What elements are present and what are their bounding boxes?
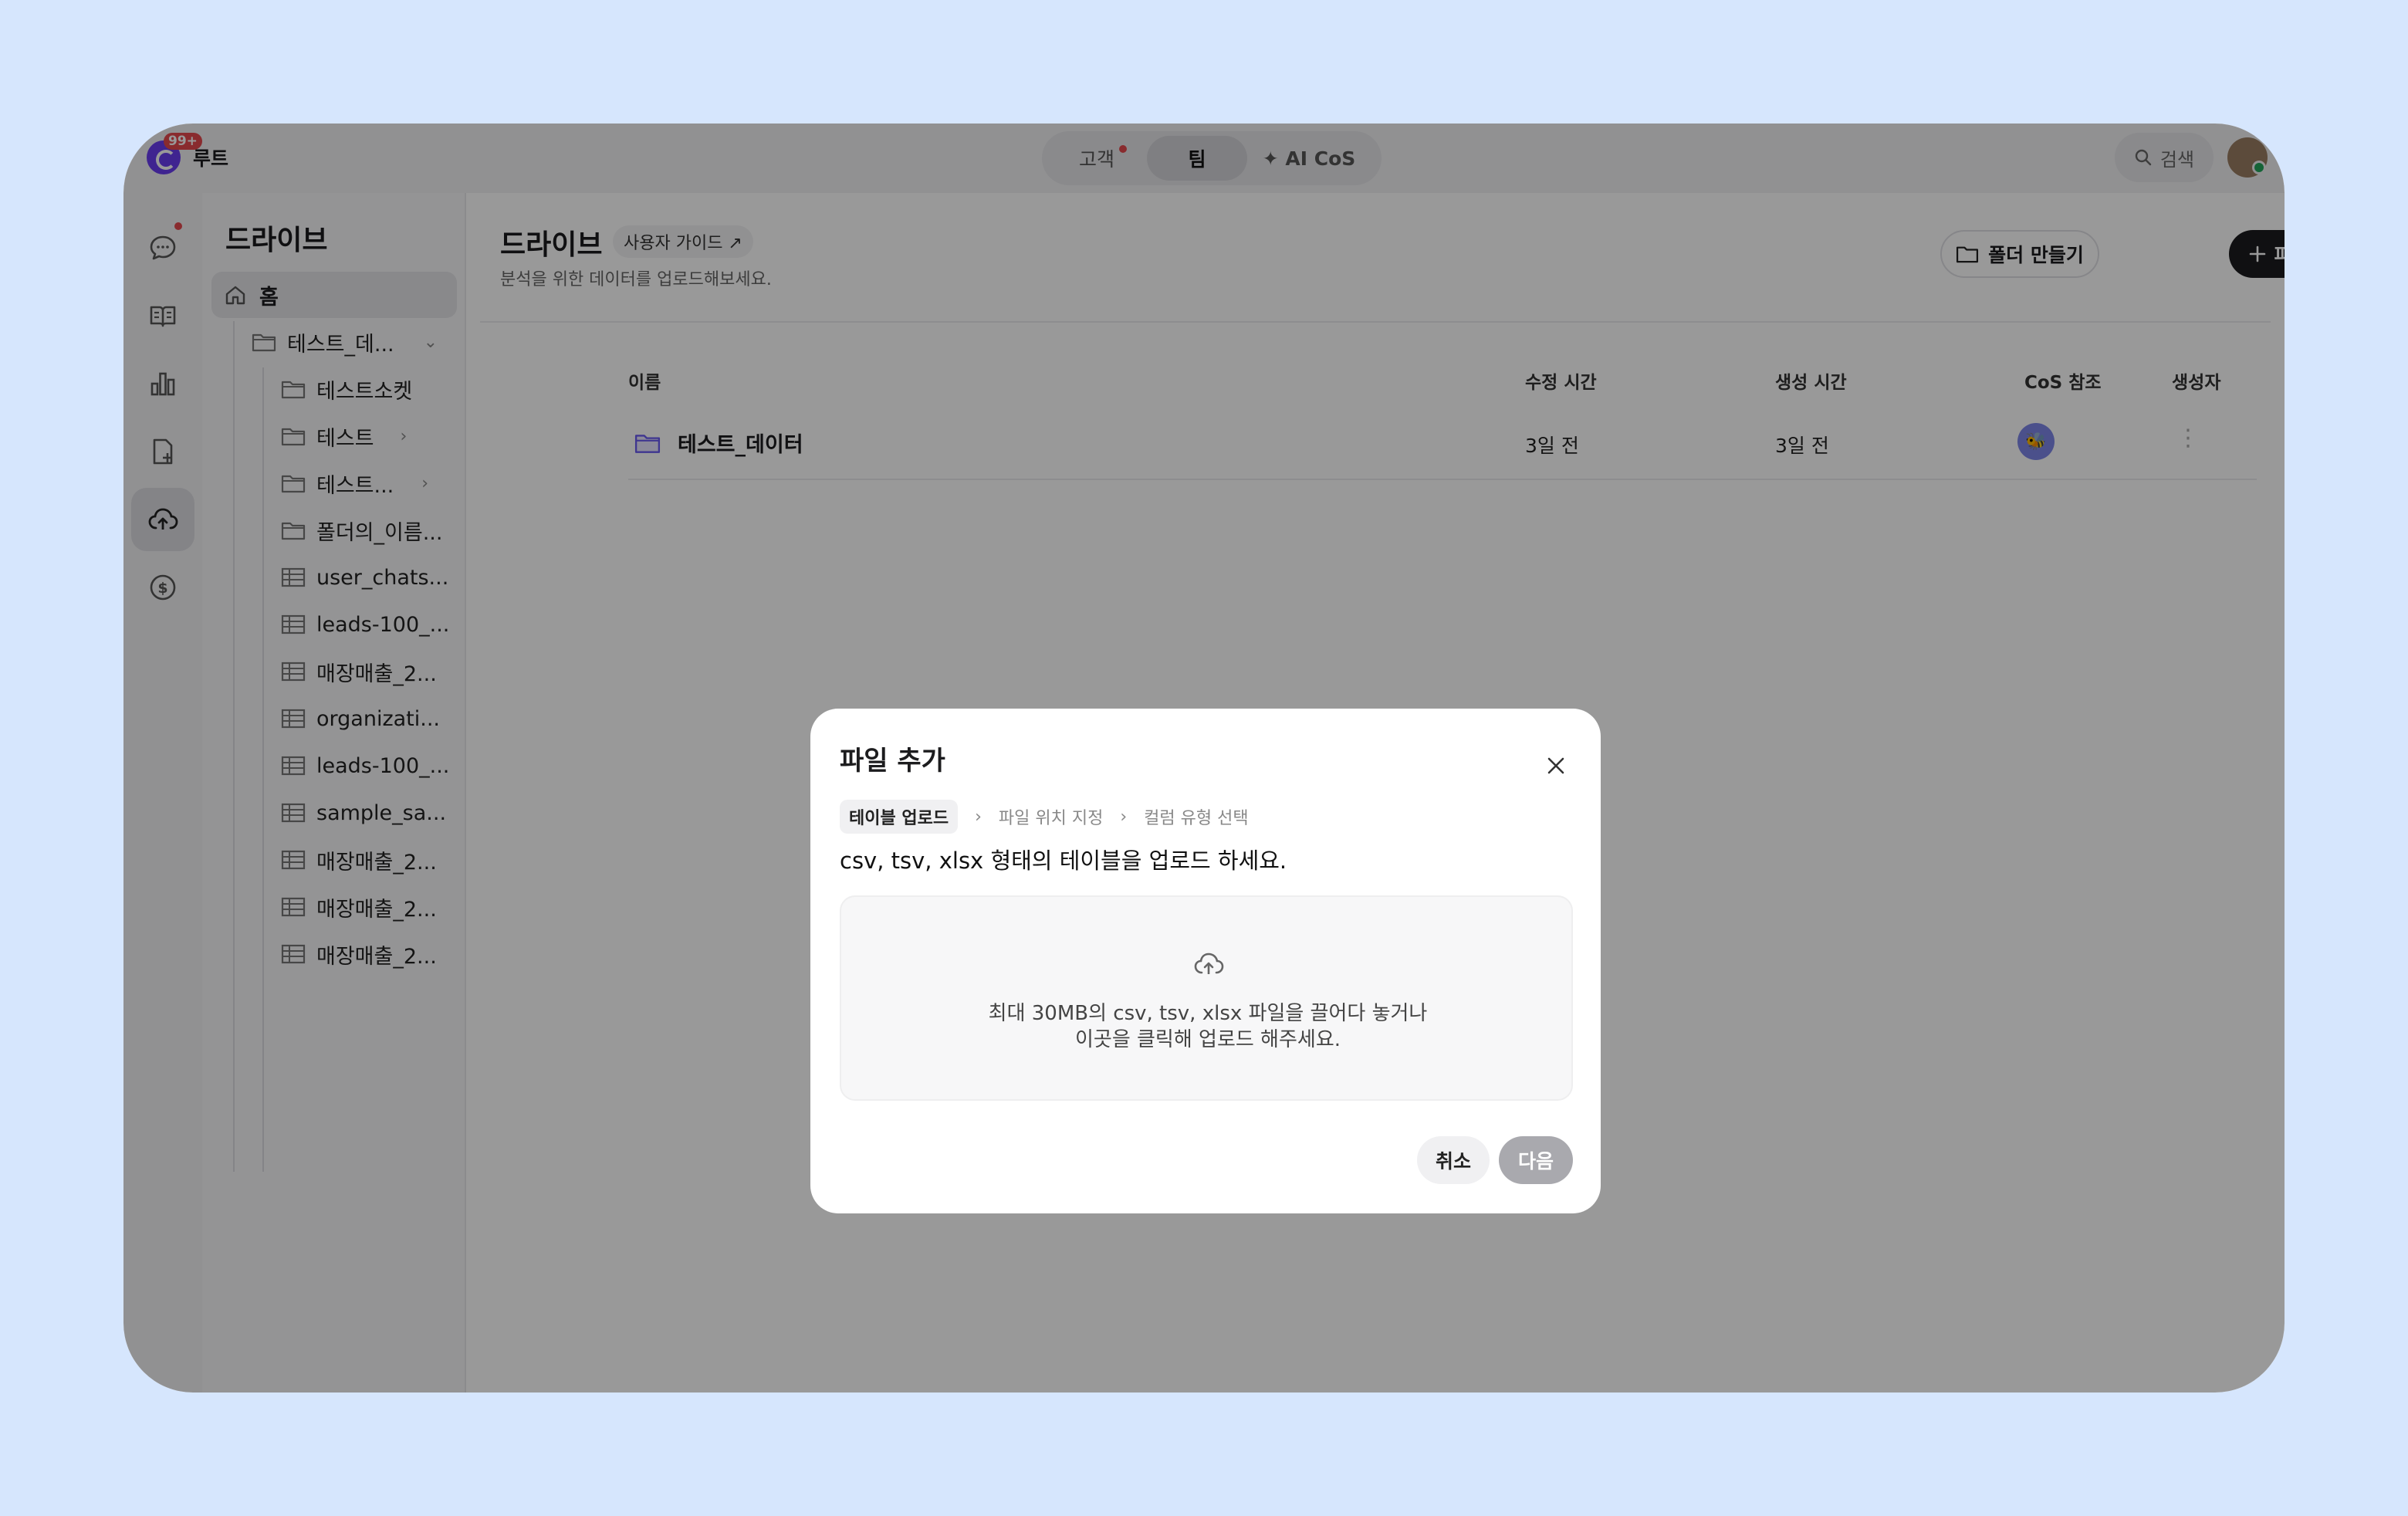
step-indicator: 테이블 업로드 › 파일 위치 지정 › 컬럼 유형 선택	[840, 800, 1249, 834]
chevron-right-icon: ›	[1120, 807, 1128, 827]
dialog-title: 파일 추가	[840, 746, 945, 777]
add-file-dialog: 파일 추가 테이블 업로드 › 파일 위치 지정 › 컬럼 유형 선택 csv,…	[810, 709, 1601, 1213]
chevron-right-icon: ›	[975, 807, 982, 827]
cloud-upload-icon	[1194, 953, 1224, 974]
step-table-upload: 테이블 업로드	[840, 800, 959, 834]
close-button[interactable]	[1534, 744, 1578, 787]
next-button[interactable]: 다음	[1499, 1136, 1573, 1184]
dropzone-line-1: 최대 30MB의 csv, tsv, xlsx 파일을 끌어다 놓거나	[988, 1002, 1428, 1025]
step-file-location: 파일 위치 지정	[998, 809, 1104, 828]
dropzone-text: 최대 30MB의 csv, tsv, xlsx 파일을 끌어다 놓거나 이곳을 …	[841, 1000, 1574, 1053]
dropzone-line-2: 이곳을 클릭해 업로드 해주세요.	[1074, 1028, 1341, 1051]
dialog-description: csv, tsv, xlsx 형태의 테이블을 업로드 하세요.	[840, 848, 1287, 874]
step-column-type: 컬럼 유형 선택	[1144, 809, 1249, 828]
file-dropzone[interactable]: 최대 30MB의 csv, tsv, xlsx 파일을 끌어다 놓거나 이곳을 …	[840, 895, 1573, 1101]
close-icon	[1547, 757, 1564, 774]
cancel-button[interactable]: 취소	[1417, 1136, 1490, 1184]
